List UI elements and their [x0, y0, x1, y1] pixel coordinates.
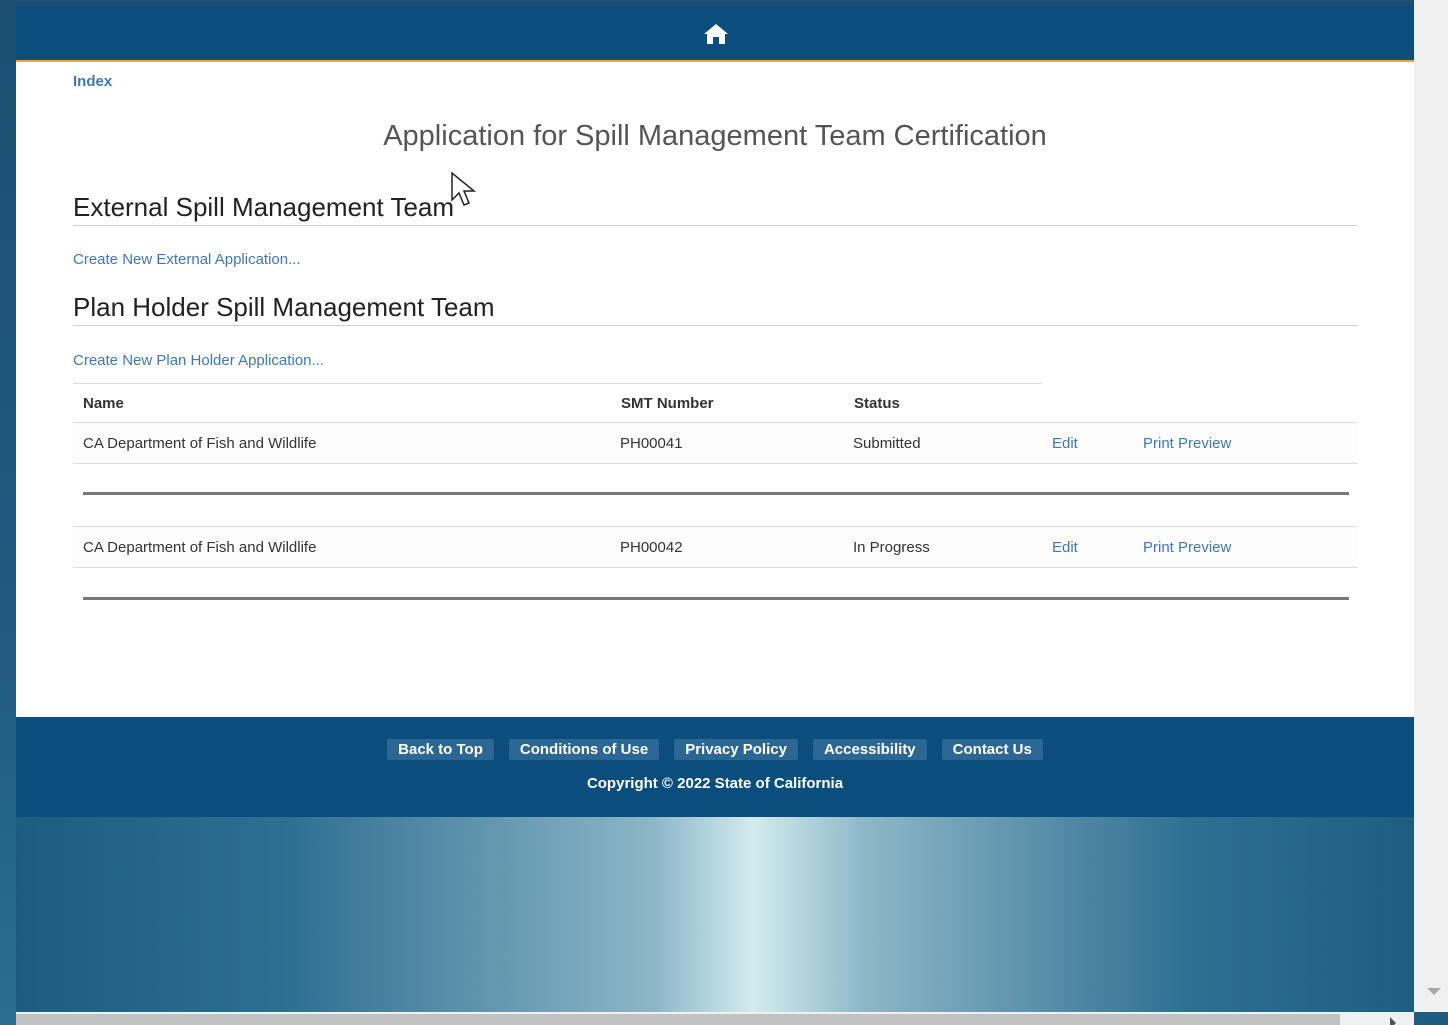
window-edge — [0, 0, 16, 1025]
back-to-top-link[interactable]: Back to Top — [387, 739, 494, 760]
privacy-policy-link[interactable]: Privacy Policy — [674, 739, 798, 760]
create-external-application-link[interactable]: Create New External Application... — [73, 251, 301, 268]
table-row: CA Department of Fish and Wildlife PH000… — [73, 423, 1358, 463]
row-status: Submitted — [853, 435, 921, 452]
column-header-status: Status — [854, 395, 900, 412]
row-status: In Progress — [853, 539, 930, 556]
page-content: Index Application for Spill Management T… — [16, 0, 1414, 817]
external-section-heading: External Spill Management Team — [73, 192, 1358, 226]
conditions-of-use-link[interactable]: Conditions of Use — [508, 739, 660, 760]
row-name: CA Department of Fish and Wildlife — [83, 435, 317, 452]
horizontal-scroll-thumb[interactable] — [16, 1014, 1340, 1025]
footer-links: Back to Top Conditions of Use Privacy Po… — [16, 739, 1414, 760]
table-top-border — [73, 383, 1042, 384]
row-name: CA Department of Fish and Wildlife — [83, 539, 317, 556]
header-bar — [16, 6, 1414, 62]
print-preview-link[interactable]: Print Preview — [1143, 435, 1231, 452]
vertical-scrollbar[interactable] — [1414, 0, 1448, 1012]
scroll-down-arrow-icon[interactable] — [1427, 988, 1441, 995]
contact-us-link[interactable]: Contact Us — [941, 739, 1043, 760]
copyright-text: Copyright © 2022 State of California — [586, 775, 844, 792]
column-header-name: Name — [83, 395, 124, 412]
row-separator — [83, 492, 1349, 495]
row-divider — [73, 567, 1358, 568]
home-icon[interactable] — [703, 23, 729, 45]
footer: Back to Top Conditions of Use Privacy Po… — [16, 717, 1414, 817]
scroll-right-arrow-icon[interactable] — [1390, 1017, 1396, 1025]
create-planholder-application-link[interactable]: Create New Plan Holder Application... — [73, 352, 324, 369]
mouse-cursor-icon — [451, 172, 477, 206]
page-title: Application for Spill Management Team Ce… — [383, 120, 1047, 152]
edit-link[interactable]: Edit — [1052, 435, 1078, 452]
planholder-section-heading: Plan Holder Spill Management Team — [73, 292, 1358, 326]
table-row: CA Department of Fish and Wildlife PH000… — [73, 527, 1358, 567]
edit-link[interactable]: Edit — [1052, 539, 1078, 556]
row-separator — [83, 597, 1349, 600]
row-smt-number: PH00041 — [620, 435, 683, 452]
row-divider — [73, 463, 1358, 464]
column-header-smt-number: SMT Number — [621, 395, 714, 412]
accessibility-link[interactable]: Accessibility — [812, 739, 927, 760]
row-smt-number: PH00042 — [620, 539, 683, 556]
breadcrumb-index[interactable]: Index — [73, 73, 112, 90]
print-preview-link[interactable]: Print Preview — [1143, 539, 1231, 556]
